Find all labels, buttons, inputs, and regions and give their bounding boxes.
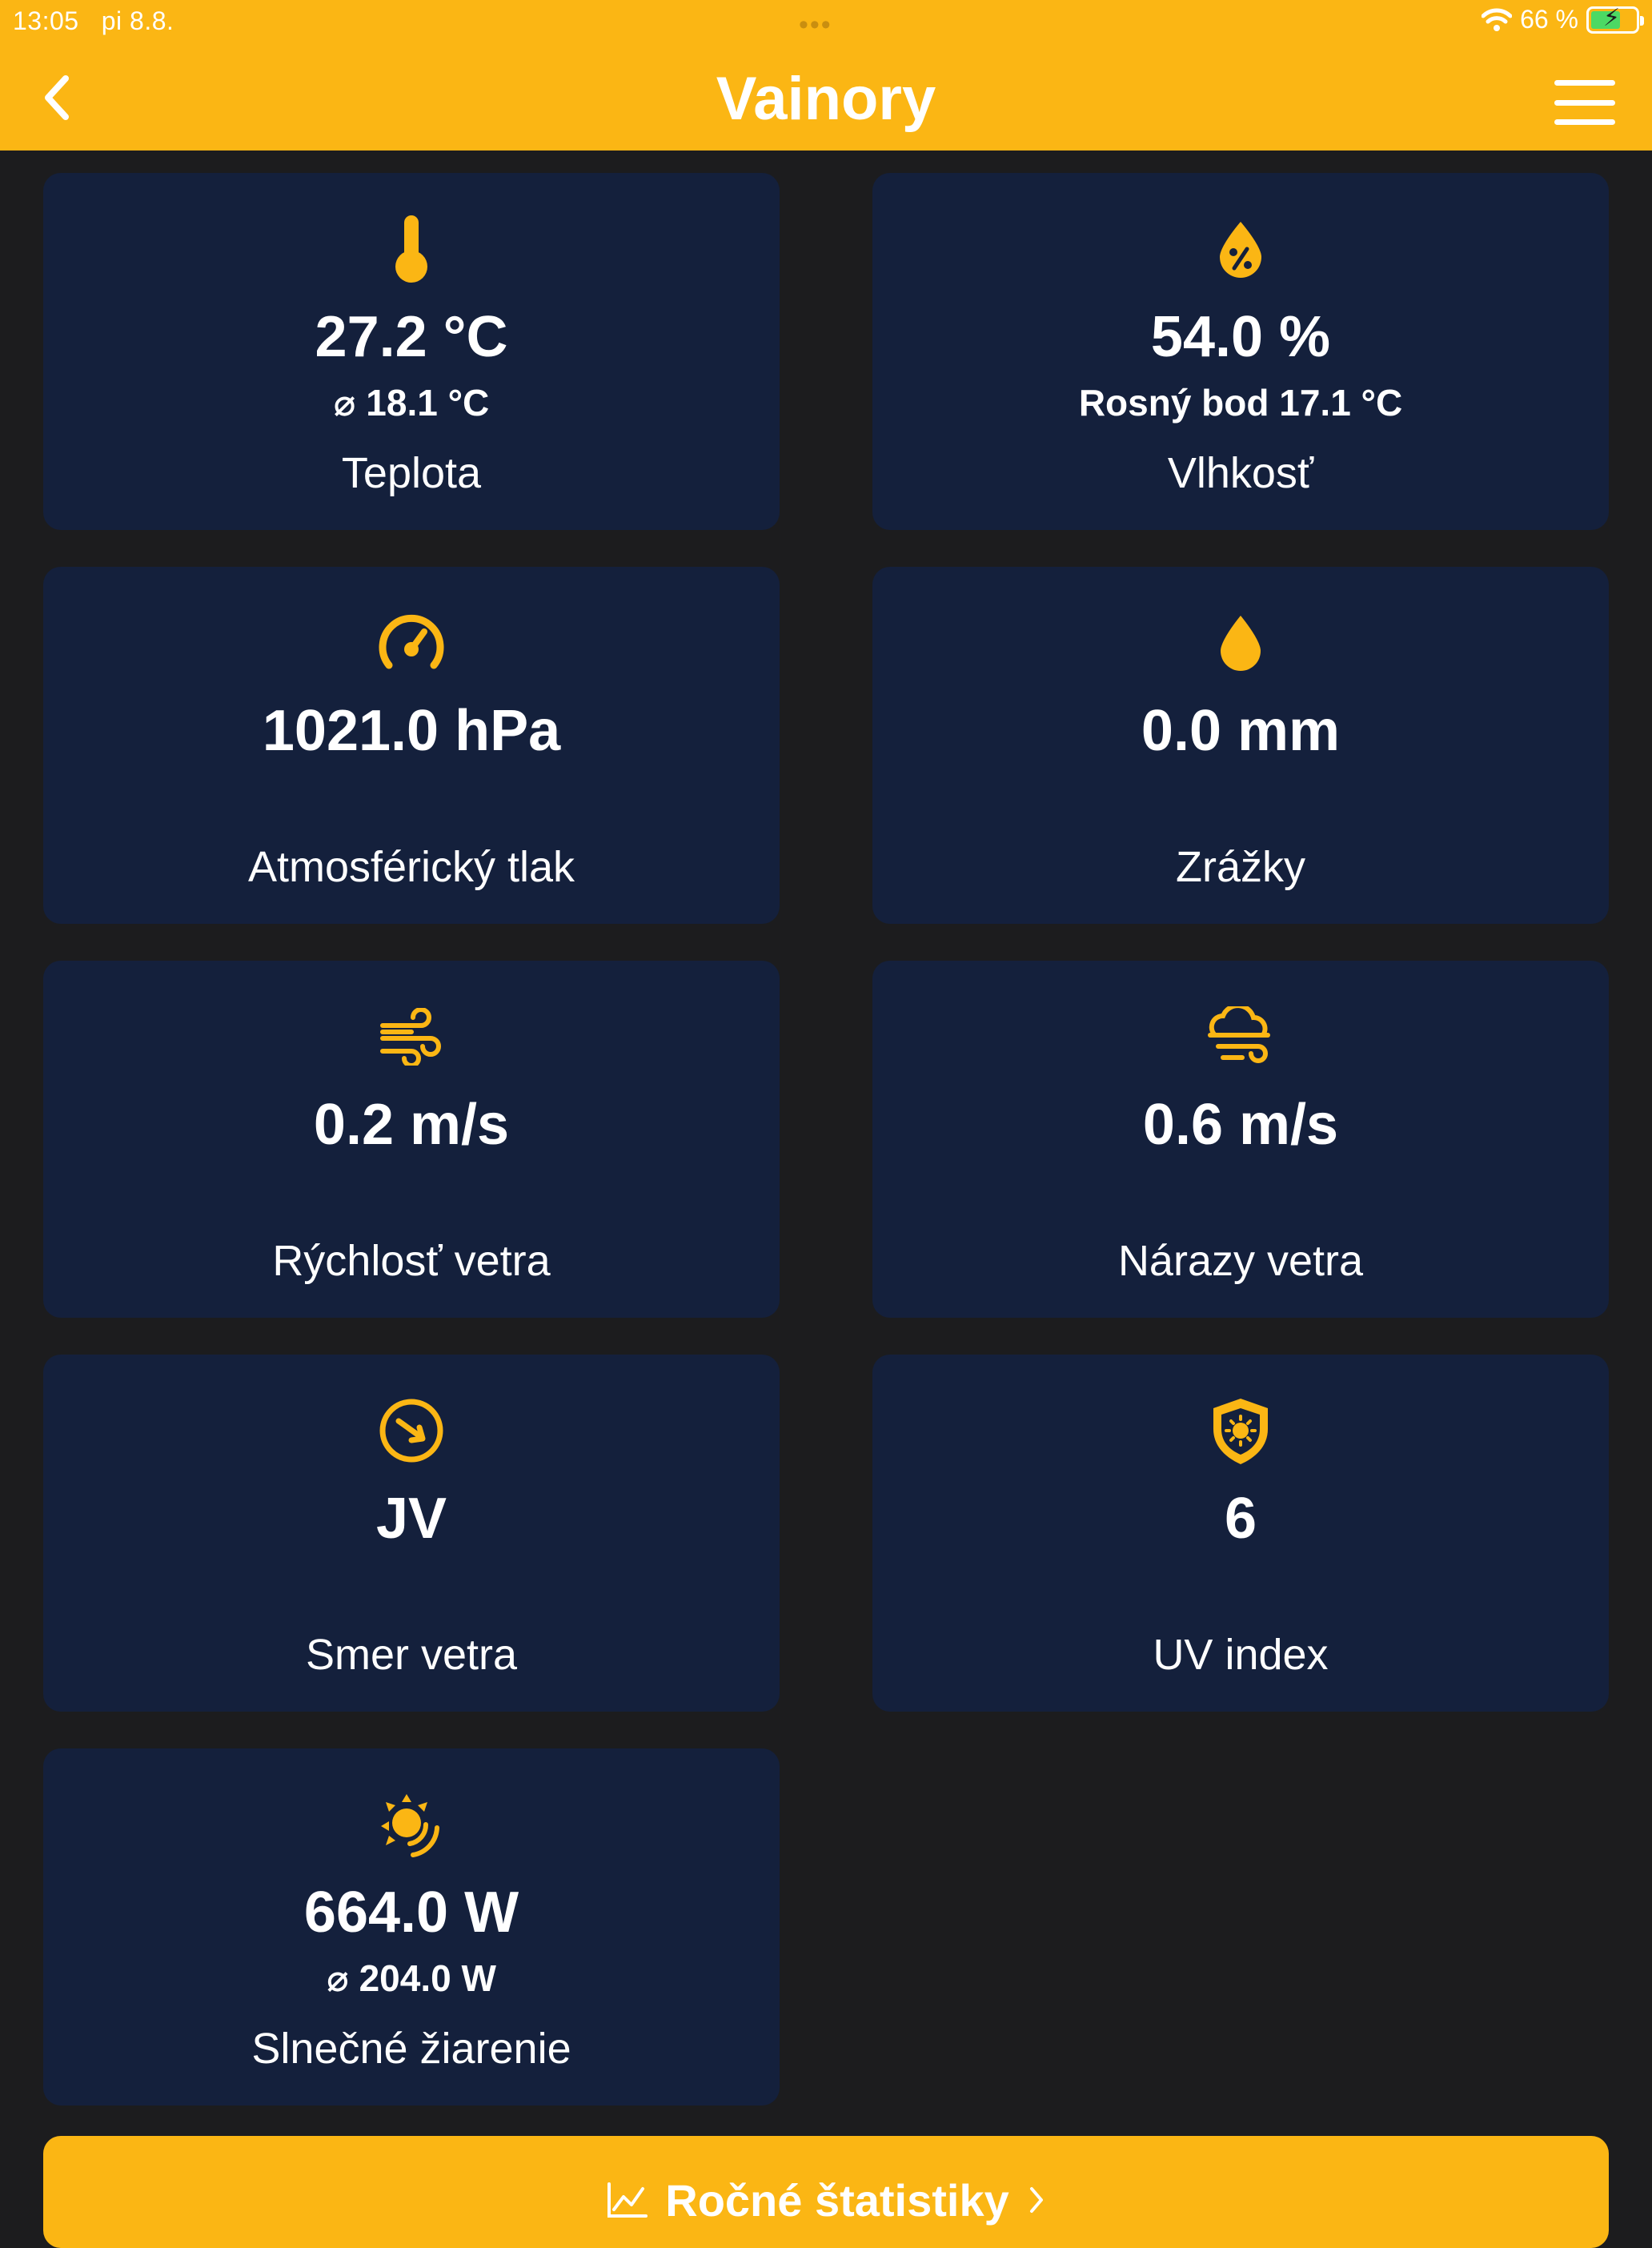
card-solar-radiation[interactable]: 664.0 W ⌀ 204.0 W Slnečné žiarenie	[43, 1748, 780, 2105]
wind-direction-label: Smer vetra	[305, 1631, 518, 1679]
wind-gust-label: Nárazy vetra	[1117, 1237, 1364, 1285]
precipitation-label: Zrážky	[1176, 843, 1305, 891]
humidity-value: 54.0 %	[1150, 305, 1331, 369]
gauge-icon	[375, 607, 447, 679]
card-pressure[interactable]: 1021.0 hPa Atmosférický tlak	[43, 567, 780, 924]
app-header: 13:05 pi 8.8. ••• 66 % ⚡ Vainory	[0, 0, 1652, 151]
yearly-stats-label: Ročné štatistiky	[665, 2175, 1009, 2226]
uv-index-value: 6	[1224, 1487, 1257, 1551]
battery-icon: ⚡	[1586, 5, 1644, 34]
uv-index-label: UV index	[1153, 1631, 1329, 1679]
status-clock: 13:05	[13, 6, 79, 35]
wifi-icon	[1482, 7, 1513, 31]
wind-gust-value: 0.6 m/s	[1142, 1093, 1339, 1157]
card-wind-speed[interactable]: 0.2 m/s Rýchlosť vetra	[43, 961, 780, 1318]
uv-shield-icon	[1205, 1395, 1277, 1467]
line-chart-icon	[607, 2182, 648, 2218]
solar-radiation-label: Slnečné žiarenie	[251, 2025, 571, 2073]
wind-speed-value: 0.2 m/s	[313, 1093, 510, 1157]
wind-direction-value: JV	[375, 1487, 447, 1551]
card-wind-gust[interactable]: 0.6 m/s Nárazy vetra	[872, 961, 1609, 1318]
card-humidity[interactable]: 54.0 % Rosný bod 17.1 °C Vlhkosť	[872, 173, 1609, 530]
humidity-label: Vlhkosť	[1167, 449, 1314, 497]
card-precipitation[interactable]: 0.0 mm Zrážky	[872, 567, 1609, 924]
solar-radiation-value: 664.0 W	[303, 1881, 519, 1945]
card-wind-direction[interactable]: JV Smer vetra	[43, 1355, 780, 1712]
card-temperature[interactable]: 27.2 °C ⌀ 18.1 °C Teplota	[43, 173, 780, 530]
dew-point: Rosný bod 17.1 °C	[1078, 382, 1403, 424]
temperature-value: 27.2 °C	[315, 305, 508, 369]
menu-button[interactable]	[1554, 80, 1615, 125]
chevron-right-icon	[1029, 2187, 1043, 2213]
status-time: 13:05 pi 8.8.	[13, 6, 174, 36]
battery-percent: 66 %	[1520, 5, 1578, 34]
humidity-drop-icon	[1205, 213, 1277, 285]
thermometer-icon	[375, 213, 447, 285]
page-title: Vainory	[716, 65, 936, 133]
wind-speed-label: Rýchlosť vetra	[272, 1237, 551, 1285]
multitask-dots-icon[interactable]: •••	[799, 10, 832, 41]
temperature-label: Teplota	[341, 449, 482, 497]
status-right: 66 % ⚡	[1482, 5, 1644, 34]
wind-gust-cloud-icon	[1205, 1001, 1277, 1073]
pressure-label: Atmosférický tlak	[247, 843, 575, 891]
sun-radiation-icon	[375, 1788, 447, 1861]
precipitation-value: 0.0 mm	[1141, 699, 1341, 763]
temperature-average: ⌀ 18.1 °C	[333, 382, 490, 424]
compass-arrow-icon	[375, 1395, 447, 1467]
solar-radiation-average: ⌀ 204.0 W	[327, 1957, 496, 1999]
status-date: pi 8.8.	[101, 6, 174, 35]
wind-icon	[375, 1001, 447, 1073]
pressure-value: 1021.0 hPa	[262, 699, 561, 763]
rain-drop-icon	[1205, 607, 1277, 679]
card-uv-index[interactable]: 6 UV index	[872, 1355, 1609, 1712]
sensor-grid: 27.2 °C ⌀ 18.1 °C Teplota 54.0 % Rosný b…	[43, 173, 1609, 2105]
yearly-stats-button[interactable]: Ročné štatistiky	[43, 2136, 1609, 2248]
